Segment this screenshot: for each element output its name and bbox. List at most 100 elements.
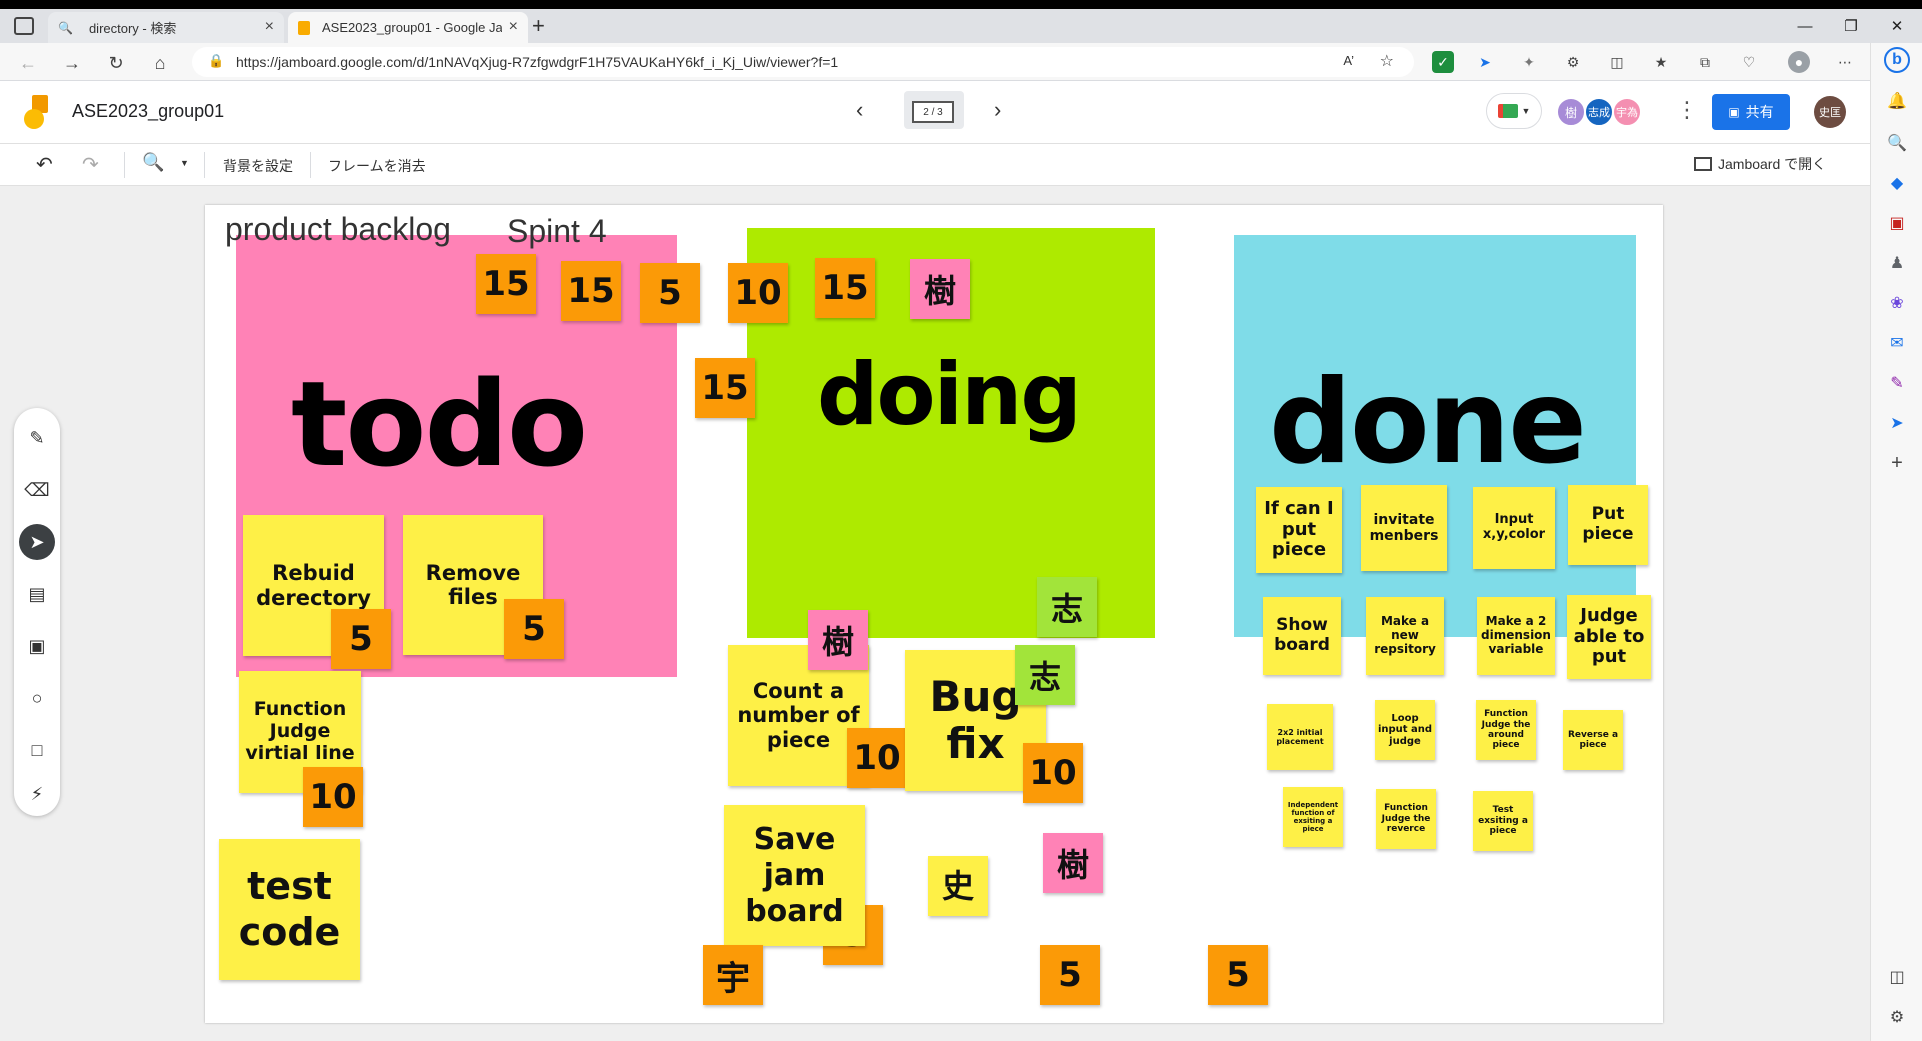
laser-tool-icon[interactable]: ⚡ <box>19 776 55 812</box>
sticky-note[interactable]: Show board <box>1263 597 1341 675</box>
clear-frame-button[interactable]: フレームを消去 <box>328 156 426 176</box>
forward-icon[interactable]: → <box>58 49 86 77</box>
close-window-icon[interactable]: ✕ <box>1874 9 1920 43</box>
done-title[interactable]: done <box>1269 355 1587 490</box>
sticky-note[interactable]: Test exsiting a piece <box>1473 791 1533 851</box>
sticky-note[interactable]: Function Judge the around piece <box>1476 700 1536 760</box>
checkmark-extension-icon[interactable]: ✓ <box>1432 51 1454 73</box>
close-tab-icon[interactable]: × <box>265 18 274 36</box>
minimize-icon[interactable]: — <box>1782 9 1828 43</box>
url-field[interactable]: 🔒 https://jamboard.google.com/d/1nNAVqXj… <box>192 47 1414 77</box>
bing-chat-icon[interactable]: b <box>1884 47 1910 73</box>
product-backlog-heading[interactable]: product backlog <box>225 211 451 248</box>
tab-jamboard[interactable]: ASE2023_group01 - Google Jam × <box>288 12 528 43</box>
sticky-note[interactable]: Put piece <box>1568 485 1648 565</box>
tab-search[interactable]: 🔍 directory - 検索 × <box>48 12 284 43</box>
orange-sticky-note[interactable]: 15 <box>476 254 536 314</box>
orange-sticky-note[interactable]: 5 <box>1208 945 1268 1005</box>
zoom-icon[interactable]: 🔍 <box>142 152 164 173</box>
green-sticky-note[interactable]: 志 <box>1015 645 1075 705</box>
back-icon[interactable]: ← <box>14 49 42 77</box>
image-tool-icon[interactable]: ▣ <box>19 628 55 664</box>
favorite-star-icon[interactable]: ☆ <box>1380 51 1394 71</box>
sticky-note[interactable]: Independent function of exsiting a piece <box>1283 787 1343 847</box>
extensions-puzzle-icon[interactable]: ⚙ <box>1562 51 1584 73</box>
user-avatar[interactable]: 史匡 <box>1814 96 1846 128</box>
select-tool-icon[interactable]: ➤ <box>19 524 55 560</box>
pink-sticky-note[interactable]: 樹 <box>1043 833 1103 893</box>
reload-icon[interactable]: ↻ <box>102 49 130 77</box>
open-in-jamboard-button[interactable]: Jamboard で開く <box>1694 154 1826 174</box>
share-button[interactable]: ▣ 共有 <box>1712 94 1790 130</box>
sprint-heading[interactable]: Spint 4 <box>507 213 607 250</box>
sticky-note[interactable]: Function Judge the reverce <box>1376 789 1436 849</box>
split-screen-icon[interactable]: ◫ <box>1606 51 1628 73</box>
sticky-note-tool-icon[interactable]: ▤ <box>19 576 55 612</box>
extension-arrow-icon[interactable]: ➤ <box>1474 51 1496 73</box>
favorites-icon[interactable]: ★ <box>1650 51 1672 73</box>
sidebar-settings-icon[interactable]: ⚙ <box>1885 1005 1909 1029</box>
orange-sticky-note[interactable]: 15 <box>695 358 755 418</box>
copilot-icon[interactable]: ❀ <box>1885 291 1909 315</box>
avatar[interactable]: 宇為 <box>1612 97 1642 127</box>
avatar[interactable]: 志成 <box>1584 97 1614 127</box>
pink-sticky-note[interactable]: 樹 <box>910 259 970 319</box>
undo-icon[interactable]: ↶ <box>36 152 53 177</box>
collections-icon[interactable]: ⧉ <box>1694 51 1716 73</box>
search-icon[interactable]: 🔍 <box>1885 131 1909 155</box>
browser-essentials-icon[interactable]: ♡ <box>1738 51 1760 73</box>
orange-sticky-note[interactable]: 5 <box>1040 945 1100 1005</box>
sticky-note[interactable]: invitate menbers <box>1361 485 1447 571</box>
pen-tool-icon[interactable]: ✎ <box>19 420 55 456</box>
jam-frame[interactable]: product backlog Spint 4 todo doing done … <box>205 205 1663 1023</box>
chevron-down-icon[interactable]: ▼ <box>180 158 189 168</box>
extension-feather-icon[interactable]: ✦ <box>1518 51 1540 73</box>
sticky-note[interactable]: Make a new repsitory <box>1366 597 1444 675</box>
tools-briefcase-icon[interactable]: ▣ <box>1885 211 1909 235</box>
shape-tool-icon[interactable]: ○ <box>19 680 55 716</box>
pink-sticky-note[interactable]: 樹 <box>808 610 868 670</box>
redo-icon[interactable]: ↷ <box>82 152 99 177</box>
text-box-tool-icon[interactable]: □ <box>19 732 55 768</box>
orange-sticky-note[interactable]: 宇 <box>703 945 763 1005</box>
todo-title[interactable]: todo <box>291 355 588 493</box>
document-title[interactable]: ASE2023_group01 <box>72 101 224 122</box>
profile-icon[interactable]: ● <box>1788 51 1810 73</box>
next-frame-icon[interactable]: › <box>994 97 1001 123</box>
games-icon[interactable]: ♟ <box>1885 251 1909 275</box>
outlook-icon[interactable]: ✉ <box>1885 331 1909 355</box>
add-sidebar-icon[interactable]: + <box>1885 451 1909 475</box>
green-sticky-note[interactable]: 志 <box>1037 577 1097 637</box>
sticky-note[interactable]: Save jam board <box>724 805 865 946</box>
set-background-button[interactable]: 背景を設定 <box>223 156 293 176</box>
read-aloud-icon[interactable]: A’ <box>1343 53 1354 68</box>
orange-sticky-note[interactable]: 15 <box>561 261 621 321</box>
orange-sticky-note[interactable]: 5 <box>640 263 700 323</box>
home-icon[interactable]: ⌂ <box>146 49 174 77</box>
more-options-icon[interactable]: ⋮ <box>1676 97 1698 123</box>
new-tab-icon[interactable]: + <box>532 13 545 39</box>
designer-icon[interactable]: ✎ <box>1885 371 1909 395</box>
orange-sticky-note[interactable]: 5 <box>504 599 564 659</box>
orange-sticky-note[interactable]: 10 <box>1023 743 1083 803</box>
sticky-note[interactable]: If can I put piece <box>1256 487 1342 573</box>
sticky-note[interactable]: Judge able to put <box>1567 595 1651 679</box>
orange-sticky-note[interactable]: 10 <box>303 767 363 827</box>
sticky-note[interactable]: Make a 2 dimension variable <box>1477 597 1555 675</box>
notifications-icon[interactable]: 🔔 <box>1885 89 1909 113</box>
orange-sticky-note[interactable]: 10 <box>847 728 907 788</box>
sidebar-toggle-icon[interactable]: ◫ <box>1885 965 1909 989</box>
frame-bar-button[interactable]: 2 / 3 <box>904 91 964 129</box>
send-icon[interactable]: ➤ <box>1885 411 1909 435</box>
doing-title[interactable]: doing <box>817 345 1082 445</box>
restore-icon[interactable]: ❐ <box>1828 9 1874 43</box>
sticky-note[interactable]: Reverse a piece <box>1563 710 1623 770</box>
shopping-tag-icon[interactable]: ◆ <box>1885 171 1909 195</box>
more-menu-icon[interactable]: ⋯ <box>1834 51 1856 73</box>
previous-frame-icon[interactable]: ‹ <box>856 97 863 123</box>
orange-sticky-note[interactable]: 15 <box>815 258 875 318</box>
meet-button[interactable]: ▼ <box>1486 93 1542 129</box>
close-tab-icon[interactable]: × <box>509 18 518 36</box>
sticky-note[interactable]: Input x,y,color <box>1473 487 1555 569</box>
sticky-note[interactable]: 史 <box>928 856 988 916</box>
